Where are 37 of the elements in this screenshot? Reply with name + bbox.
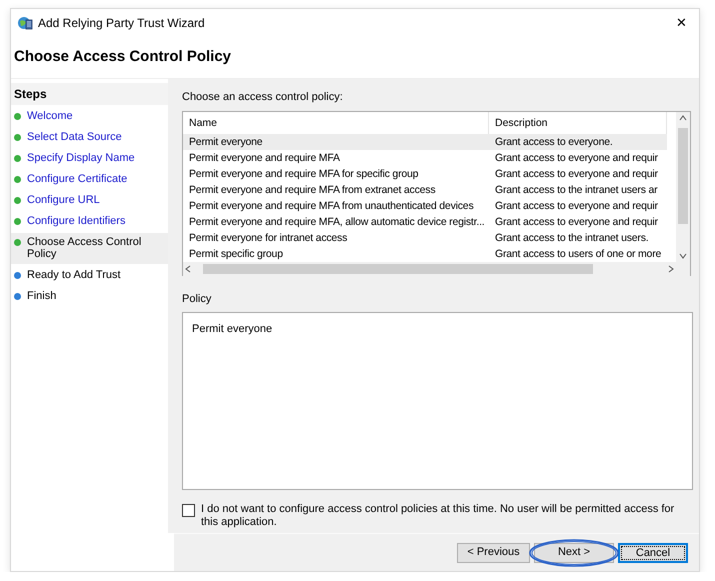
wizard-button[interactable]: Next > <box>534 542 614 562</box>
step-link[interactable]: Configure Certificate <box>27 173 128 185</box>
wizard-button[interactable]: < Previous <box>457 542 530 562</box>
list-label: Choose an access control policy: <box>182 90 344 105</box>
table-cell[interactable]: Grant access to the intranet users ar <box>489 182 668 198</box>
table-cell[interactable]: Grant access to everyone and requir <box>489 198 668 214</box>
table-cell[interactable]: Permit specific group <box>183 246 489 262</box>
step-label[interactable]: Finish <box>27 290 56 302</box>
table-cell[interactable]: Grant access to users of one or more <box>489 246 668 262</box>
table-cell[interactable]: Grant access to the intranet users. <box>489 230 668 246</box>
step-label[interactable]: Ready to Add Trust <box>27 269 121 281</box>
step-link[interactable]: Select Data Source <box>27 131 122 143</box>
table-cell[interactable]: Grant access to everyone. <box>489 134 668 150</box>
table-cell[interactable]: Permit everyone <box>183 134 489 150</box>
table-cell[interactable]: Grant access to everyone and requir <box>489 150 668 166</box>
table-cell[interactable]: Permit everyone and require MFA, allow automatic device registr... <box>183 214 489 230</box>
table-cell[interactable]: Grant access to everyone and requir <box>489 214 668 230</box>
steps-heading: Steps <box>11 83 168 105</box>
table-cell[interactable]: Permit everyone for intranet access <box>183 230 489 246</box>
policy-label: Policy <box>182 292 212 306</box>
table-cell[interactable]: Permit everyone and require MFA from unauthenticated devices <box>183 198 489 214</box>
table-cell[interactable]: Grant access to everyone and requir <box>489 166 668 182</box>
table-cell[interactable]: Permit everyone and require MFA for specific group <box>183 166 489 182</box>
step-link[interactable]: Specify Display Name <box>27 152 135 164</box>
wizard-button[interactable]: Cancel <box>618 542 688 562</box>
checkbox[interactable] <box>182 504 195 517</box>
checkbox-label: I do not want to configure access control policies at this time. No user will be permitted access for this application. <box>201 503 676 529</box>
step-link[interactable]: Configure Identifiers <box>27 215 126 227</box>
step-link[interactable]: Configure URL <box>27 194 100 206</box>
close-button[interactable]: ✕ <box>670 13 693 33</box>
step-link[interactable]: Welcome <box>27 110 73 122</box>
app-icon <box>17 15 33 31</box>
table-cell[interactable]: Permit everyone and require MFA <box>183 150 489 166</box>
window-title: Add Relying Party Trust Wizard <box>38 15 205 32</box>
vertical-scrollbar[interactable] <box>676 112 690 262</box>
table-cell[interactable]: Permit everyone and require MFA from extranet access <box>183 182 489 198</box>
policy-text: Permit everyone <box>192 323 272 335</box>
